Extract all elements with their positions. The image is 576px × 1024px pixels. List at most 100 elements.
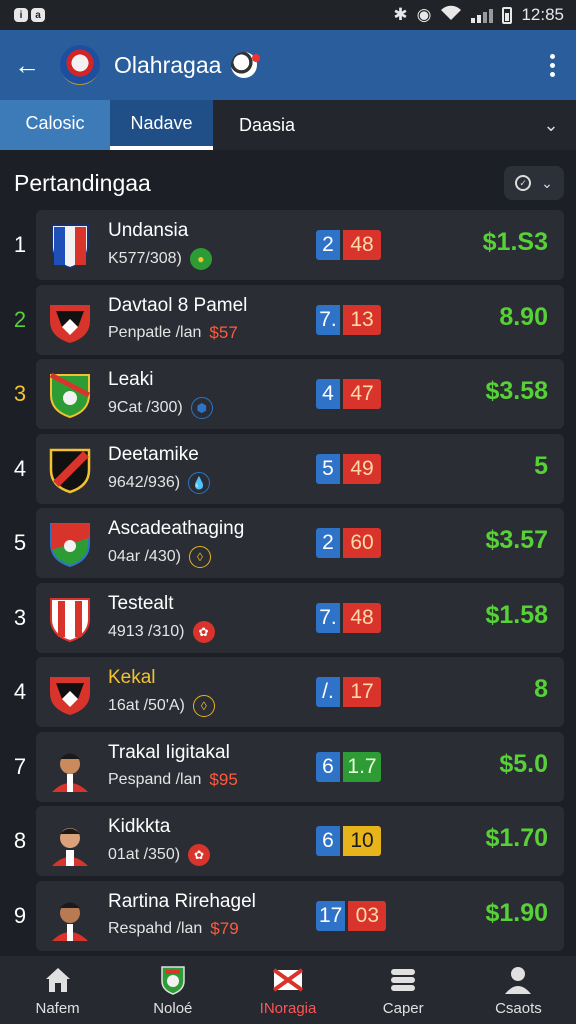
odds-value: $1.70	[485, 824, 548, 852]
bottom-navigation: Nafem Noloé INoragia Caper Csaots	[0, 956, 576, 1024]
row-rank: 9	[13, 902, 27, 928]
table-row[interactable]: 2 Davtaol 8 Pamel Penpatle /lan $57 7. 13 8.90	[0, 284, 576, 355]
score-badge: 6 10	[316, 826, 381, 856]
score-badge: 2 48	[316, 230, 381, 260]
table-row[interactable]: 3 Testealt 4913 /310) ✿ 7. 48 $1.58	[0, 582, 576, 653]
subtitle-text: K577/308)	[108, 250, 182, 267]
ball-tag-icon: ⬢	[190, 397, 213, 419]
tab-nadave[interactable]: Nadave	[110, 100, 213, 150]
team-name: Davtaol 8 Pamel	[108, 294, 248, 316]
team-name: Undansia	[108, 220, 189, 241]
match-card[interactable]: Ascadeathaging 04ar /430) ◊ 2 60 $3.57	[36, 508, 564, 578]
filter-dropdown[interactable]: ✓ ⌄	[504, 166, 564, 200]
score-badge: 7. 48	[316, 602, 381, 633]
score-away: 47	[343, 379, 381, 409]
subtitle-text: Penpatle /lan	[108, 323, 202, 341]
tab-daasia[interactable]: Daasia	[213, 100, 321, 150]
nav-item-caper[interactable]: Caper	[346, 956, 461, 1024]
team-subtitle: 9Cat /300) ⬢	[108, 397, 213, 419]
score-away: 17	[343, 677, 381, 707]
home-icon	[41, 964, 75, 996]
notification-icons: i a	[14, 8, 45, 22]
odds-value: $3.57	[485, 526, 548, 554]
team-name: Trakal Iigitakal	[108, 741, 230, 763]
team-subtitle: K577/308) ●	[108, 248, 212, 270]
subtitle-text: 01at /350)	[108, 846, 181, 863]
table-row[interactable]: 3 Leaki 9Cat /300) ⬢ 4 47 $3.58	[0, 359, 576, 429]
match-card[interactable]: Undansia K577/308) ● 2 48 $1.S3	[36, 210, 564, 280]
team-crest-icon	[48, 446, 92, 494]
layers-icon	[386, 964, 420, 996]
table-row[interactable]: 1 Undansia K577/308) ● 2 48 $1.S3	[0, 210, 576, 280]
subtitle-text: Respahd /lan	[108, 919, 203, 937]
match-card[interactable]: Deetamike 9642/936) 💧 5 49 5	[36, 433, 564, 504]
score-badge: 7. 13	[316, 304, 381, 335]
tab-calosic[interactable]: Calosic	[0, 100, 110, 150]
more-vert-icon[interactable]	[542, 53, 562, 77]
team-crest-icon	[48, 520, 92, 568]
table-row[interactable]: 4 Deetamike 9642/936) 💧 5 49 5	[0, 433, 576, 504]
team-subtitle: 9642/936) 💧	[108, 471, 211, 494]
odds-value: 8.90	[499, 302, 548, 331]
table-row[interactable]: 9 Rartina Rirehagel Respahd /lan $79 17 03 $1.…	[0, 880, 576, 951]
nav-item-csaots[interactable]: Csaots	[461, 956, 576, 1024]
team-crest-icon	[48, 669, 92, 717]
subtitle-price: $57	[209, 322, 238, 342]
tab-bar: Calosic Nadave Daasia ⌄	[0, 100, 576, 150]
score-home: 6	[316, 751, 340, 782]
nav-item-nafem[interactable]: Nafem	[0, 956, 115, 1024]
score-home: 17	[316, 900, 346, 931]
notification-icon: a	[31, 8, 45, 22]
nav-label: Caper	[382, 1000, 424, 1017]
badge-tag-icon: ✿	[192, 620, 215, 643]
team-crest-icon	[48, 297, 92, 345]
team-subtitle: 01at /350) ✿	[108, 844, 211, 866]
team-name: Testealt	[108, 592, 174, 614]
crossed-flag-icon	[271, 964, 305, 996]
chevron-down-icon: ⌄	[541, 174, 553, 191]
player-avatar	[48, 743, 92, 792]
score-home: 4	[316, 379, 340, 409]
score-away: 48	[343, 602, 381, 633]
score-away: 03	[348, 900, 387, 931]
alarm-icon: ◉	[416, 5, 432, 24]
odds-value: $5.0	[499, 749, 548, 778]
score-away: 1.7	[343, 751, 381, 782]
match-card[interactable]: Leaki 9Cat /300) ⬢ 4 47 $3.58	[36, 359, 564, 429]
odds-value: 5	[534, 451, 548, 480]
drop-tag-icon: ◊	[192, 695, 215, 717]
nav-label: Noloé	[153, 1000, 193, 1017]
score-home: 7.	[316, 304, 340, 335]
match-card[interactable]: Rartina Rirehagel Respahd /lan $79 17 03 $1.9…	[36, 880, 564, 951]
team-crest-icon	[48, 371, 92, 419]
match-card[interactable]: Davtaol 8 Pamel Penpatle /lan $57 7. 13 8.90	[36, 284, 564, 355]
match-card[interactable]: Kidkkta 01at /350) ✿ 6 10 $1.70	[36, 806, 564, 876]
nav-item-noloe[interactable]: Noloé	[115, 956, 230, 1024]
match-card[interactable]: Testealt 4913 /310) ✿ 7. 48 $1.58	[36, 582, 564, 653]
table-row[interactable]: 4 Kekal 16at /50'A) ◊ /. 17 8	[0, 657, 576, 727]
row-rank: 5	[13, 530, 27, 555]
subtitle-price: $79	[210, 918, 239, 938]
wifi-icon	[440, 5, 462, 26]
table-row[interactable]: 5 Ascadeathaging 04ar /430) ◊ 2 60 $3.57	[0, 508, 576, 578]
team-subtitle: 04ar /430) ◊	[108, 546, 211, 568]
nav-item-inoragia[interactable]: INoragia	[230, 956, 345, 1024]
row-rank: 1	[13, 232, 27, 257]
row-rank: 4	[13, 679, 27, 704]
score-badge: 6 1.7	[316, 751, 381, 782]
status-icons: ✱ ◉ 12:85	[393, 5, 564, 26]
row-rank: 8	[13, 828, 27, 853]
table-row[interactable]: 7 Trakal Iigitakal Pespand /lan $95 6 1.7 $5.0	[0, 731, 576, 802]
score-home: 7.	[316, 602, 340, 633]
match-card[interactable]: Trakal Iigitakal Pespand /lan $95 6 1.7 $5.0	[36, 731, 564, 802]
nav-label: Csaots	[495, 1000, 542, 1017]
match-card[interactable]: Kekal 16at /50'A) ◊ /. 17 8	[36, 657, 564, 727]
subtitle-text: 4913 /310)	[108, 622, 185, 640]
score-badge: /. 17	[316, 677, 381, 707]
table-row[interactable]: 8 Kidkkta 01at /350) ✿ 6 10 $1.70	[0, 806, 576, 876]
club-logo-icon	[60, 45, 100, 85]
chevron-down-icon[interactable]: ⌄	[526, 100, 576, 150]
back-arrow-icon[interactable]: ←	[14, 50, 50, 81]
odds-value: $1.90	[485, 898, 548, 927]
signal-icon	[471, 7, 494, 23]
